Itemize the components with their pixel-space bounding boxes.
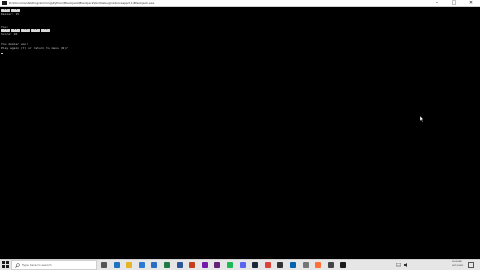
taskbar-search-box[interactable]: Type here to search bbox=[11, 260, 97, 270]
player-card: 3 ♣ bbox=[41, 29, 50, 32]
word-icon[interactable] bbox=[176, 262, 183, 268]
close-button[interactable]: ✕ bbox=[464, 0, 478, 7]
player-card: 5 ♠ bbox=[21, 29, 30, 32]
visual-studio-icon[interactable] bbox=[214, 262, 221, 268]
taskbar: Type here to search 09:42 AM 02/12/2021 bbox=[0, 259, 480, 270]
windows-logo-icon bbox=[2, 261, 5, 264]
discord-icon[interactable] bbox=[239, 262, 246, 268]
windows-logo-icon bbox=[2, 265, 5, 268]
prompt-line: Play again (Y) or return to menu (N)? bbox=[1, 46, 68, 50]
player-card: 6 ♥ bbox=[31, 29, 40, 32]
spotify-icon[interactable] bbox=[227, 262, 233, 268]
console-app-icon bbox=[2, 1, 7, 5]
firefox-icon[interactable] bbox=[315, 262, 322, 268]
text-cursor bbox=[1, 53, 3, 54]
volume-icon[interactable] bbox=[404, 263, 409, 267]
maximize-button[interactable]: □ bbox=[447, 0, 461, 7]
dealer-total: Dealer: 15 bbox=[1, 12, 20, 16]
minimize-button[interactable]: – bbox=[430, 0, 444, 7]
mail-icon[interactable] bbox=[151, 262, 158, 268]
mouse-pointer-icon bbox=[420, 116, 424, 122]
file-explorer-icon[interactable] bbox=[126, 262, 133, 268]
window-title: D:\Documents\Programming\Python\Blackjac… bbox=[9, 1, 155, 5]
calculator-icon[interactable] bbox=[327, 262, 334, 268]
windows-logo-icon bbox=[6, 265, 9, 268]
clock-time[interactable]: 09:42 AM bbox=[452, 261, 462, 263]
terminal-icon[interactable] bbox=[277, 262, 284, 268]
onenote-icon[interactable] bbox=[201, 262, 208, 268]
clock-date[interactable]: 02/12/2021 bbox=[452, 265, 464, 267]
window-titlebar: D:\Documents\Programming\Python\Blackjac… bbox=[0, 0, 480, 7]
chrome-icon[interactable] bbox=[264, 262, 271, 268]
windows-logo-icon bbox=[6, 261, 9, 264]
task-view-icon[interactable] bbox=[101, 262, 107, 268]
network-icon[interactable] bbox=[396, 263, 401, 267]
notification-icon[interactable] bbox=[468, 262, 474, 268]
player-total: Score: 20 bbox=[1, 32, 18, 36]
search-icon bbox=[15, 263, 20, 268]
steam-icon[interactable] bbox=[252, 262, 259, 268]
settings-icon[interactable] bbox=[302, 262, 309, 268]
console-output[interactable]: 8 ♠ 7 ♥ Dealer: 15 You: 2 ♣ 4 ♦ 5 ♠ 6 ♥ … bbox=[0, 7, 480, 259]
excel-icon[interactable] bbox=[164, 262, 170, 268]
powerpoint-icon[interactable] bbox=[189, 262, 196, 268]
edge-icon[interactable] bbox=[113, 262, 120, 268]
console-icon[interactable] bbox=[340, 262, 347, 268]
search-placeholder: Type here to search bbox=[22, 263, 52, 267]
start-button[interactable] bbox=[0, 260, 11, 270]
photos-icon[interactable] bbox=[290, 262, 296, 268]
store-icon[interactable] bbox=[138, 262, 145, 268]
